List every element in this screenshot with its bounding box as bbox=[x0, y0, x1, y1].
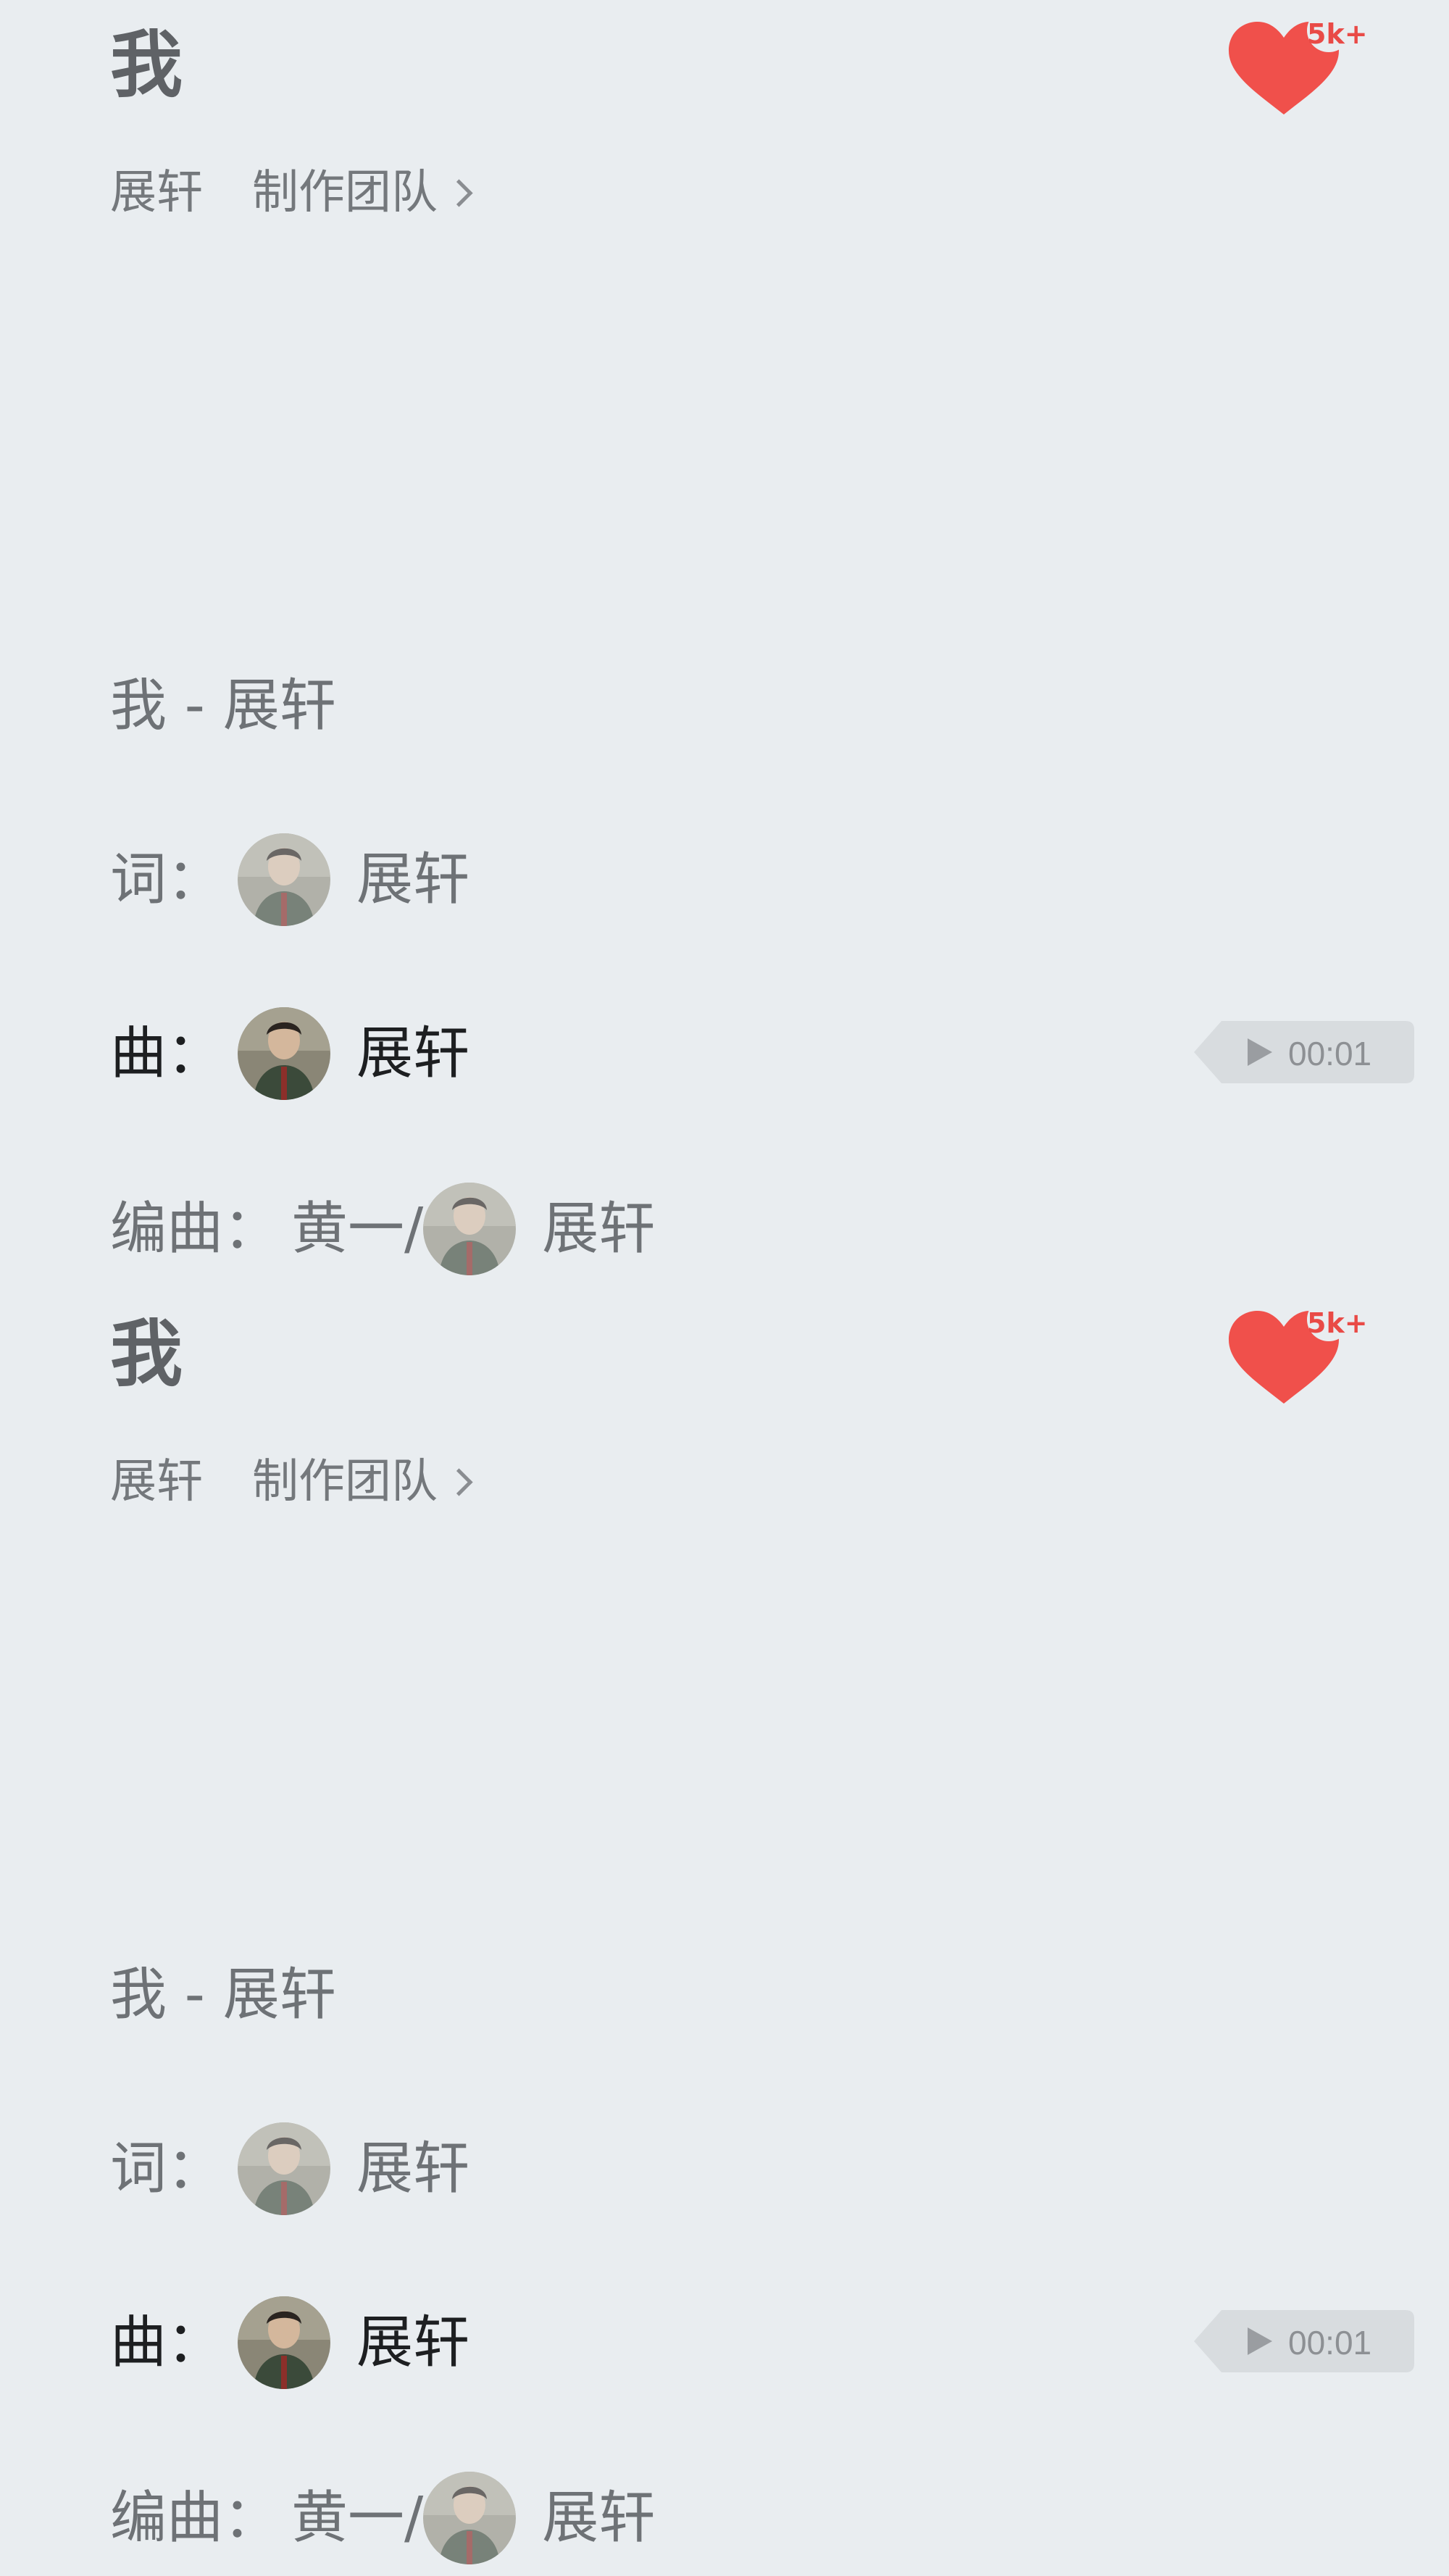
song-title: 我 bbox=[110, 22, 183, 107]
credit-title-text: 我 - 展轩 bbox=[110, 673, 336, 738]
like-count: 5k+ bbox=[1307, 1307, 1368, 1339]
avatar[interactable] bbox=[238, 833, 331, 926]
avatar[interactable] bbox=[238, 2296, 331, 2389]
avatar[interactable] bbox=[423, 2472, 517, 2564]
audio-preview-button[interactable]: 00:01 bbox=[1193, 1021, 1414, 1083]
lyricist-row: 词： 展轩 bbox=[110, 833, 469, 926]
composer-name[interactable]: 展轩 bbox=[356, 1025, 469, 1082]
song-title: 我 bbox=[110, 1312, 183, 1396]
arranger-row: 编曲： 黄一/ 展轩 bbox=[110, 1183, 655, 1275]
chevron-right-icon bbox=[445, 178, 473, 207]
song-panel: 我 展轩 制作团队 5k+ 我 - 展轩 词： 展轩 曲： 展轩 00:01 编… bbox=[0, 0, 1449, 1288]
chevron-right-icon bbox=[445, 1467, 473, 1496]
arranger-name-1[interactable]: 黄一/ bbox=[291, 1201, 423, 1257]
like-button[interactable]: 5k+ bbox=[1226, 1309, 1368, 1411]
team-link-label: 制作团队 bbox=[252, 166, 438, 220]
credit-title: 我 - 展轩 bbox=[110, 678, 336, 734]
arranger-name-2[interactable]: 展轩 bbox=[542, 1201, 655, 1257]
audio-time: 00:01 bbox=[1288, 2324, 1372, 2362]
arranger-label: 编曲： bbox=[110, 2485, 280, 2551]
play-icon bbox=[1248, 1038, 1272, 1066]
composer-label: 曲： bbox=[110, 2310, 224, 2375]
credit-title: 我 - 展轩 bbox=[110, 1967, 336, 2023]
team-link[interactable]: 制作团队 bbox=[252, 1455, 473, 1509]
song-panel: 我 展轩 制作团队 5k+ 我 - 展轩 词： 展轩 曲： 展轩 00:01 编… bbox=[0, 1289, 1449, 2576]
team-link-label: 制作团队 bbox=[252, 1455, 438, 1509]
credit-title-text: 我 - 展轩 bbox=[110, 1962, 336, 2027]
arranger-row: 编曲： 黄一/ 展轩 bbox=[110, 2472, 655, 2564]
audio-time: 00:01 bbox=[1288, 1035, 1372, 1072]
play-icon bbox=[1248, 2327, 1272, 2355]
audio-preview-button[interactable]: 00:01 bbox=[1193, 2310, 1414, 2372]
composer-row: 曲： 展轩 bbox=[110, 1007, 469, 1100]
arranger-name-1[interactable]: 黄一/ bbox=[291, 2490, 423, 2546]
lyricist-row: 词： 展轩 bbox=[110, 2122, 469, 2215]
like-count: 5k+ bbox=[1307, 18, 1368, 50]
song-meta: 展轩 制作团队 bbox=[110, 1453, 473, 1511]
artist-link[interactable]: 展轩 bbox=[110, 1459, 203, 1505]
arranger-name-2[interactable]: 展轩 bbox=[542, 2490, 655, 2546]
arranger-label: 编曲： bbox=[110, 1196, 280, 1262]
composer-label: 曲： bbox=[110, 1021, 224, 1086]
avatar[interactable] bbox=[238, 2122, 331, 2215]
song-meta: 展轩 制作团队 bbox=[110, 164, 473, 222]
lyricist-label: 词： bbox=[110, 847, 224, 912]
lyricist-name[interactable]: 展轩 bbox=[356, 851, 469, 908]
avatar[interactable] bbox=[423, 1183, 517, 1275]
lyrics-credits-screen: 我 展轩 制作团队 5k+ 我 - 展轩 词： 展轩 曲： 展轩 00:01 编… bbox=[0, 0, 1449, 2576]
lyricist-name[interactable]: 展轩 bbox=[356, 2141, 469, 2197]
lyricist-label: 词： bbox=[110, 2136, 224, 2201]
team-link[interactable]: 制作团队 bbox=[252, 166, 473, 220]
like-button[interactable]: 5k+ bbox=[1226, 20, 1368, 122]
composer-name[interactable]: 展轩 bbox=[356, 2314, 469, 2371]
composer-row: 曲： 展轩 bbox=[110, 2296, 469, 2389]
artist-link[interactable]: 展轩 bbox=[110, 170, 203, 216]
avatar[interactable] bbox=[238, 1007, 331, 1100]
